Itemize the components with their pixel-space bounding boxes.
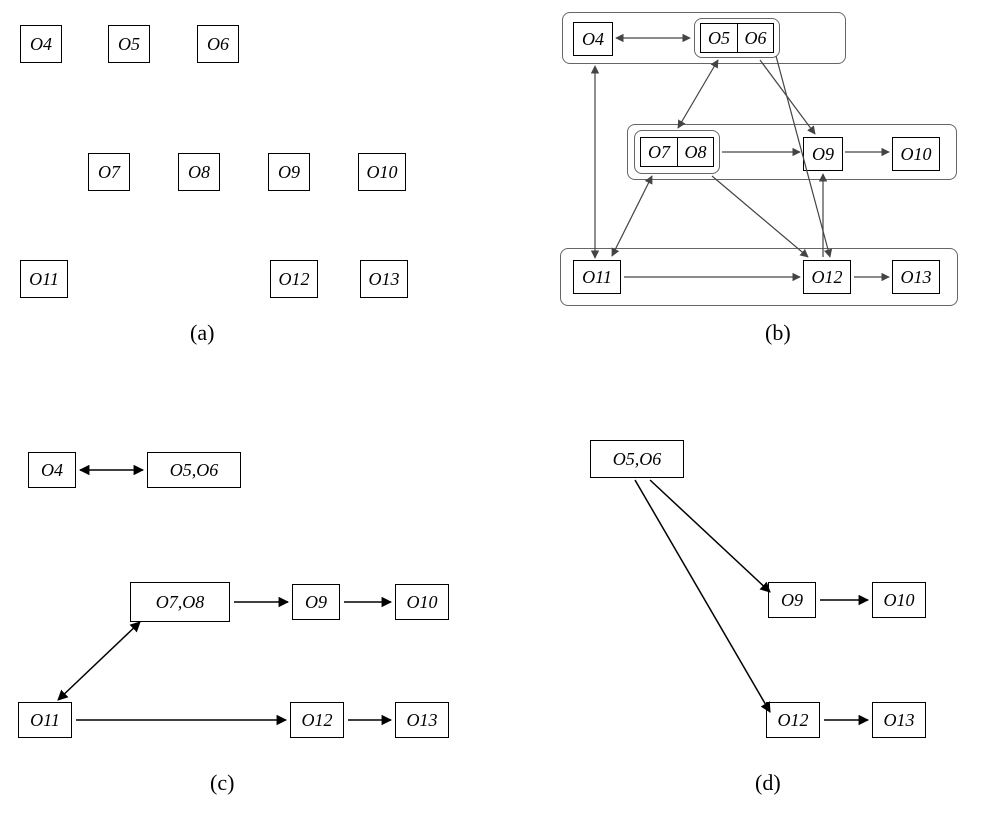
node-o13: O13 (872, 702, 926, 738)
node-o5: O5 (700, 23, 737, 53)
node-o56: O5,O6 (590, 440, 684, 478)
node-label: O13 (407, 710, 438, 731)
node-label: O9 (781, 590, 803, 611)
node-label: O12 (812, 267, 843, 288)
node-o78: O7,O8 (130, 582, 230, 622)
node-o6: O6 (197, 25, 239, 63)
node-label: O5,O6 (170, 460, 219, 481)
node-o56: O5,O6 (147, 452, 241, 488)
node-label: O7 (98, 162, 120, 183)
node-label: O13 (369, 269, 400, 290)
node-label: O10 (407, 592, 438, 613)
panel-b: O4 O5 O6 O7 O8 O9 O10 O11 O12 O13 (b) (540, 0, 1000, 380)
node-label: O10 (367, 162, 398, 183)
node-o4: O4 (28, 452, 76, 488)
node-label: O13 (901, 267, 932, 288)
node-o9: O9 (768, 582, 816, 618)
panel-caption: (b) (765, 320, 791, 346)
node-label: O5 (708, 28, 730, 49)
node-o12: O12 (766, 702, 820, 738)
node-label: O9 (278, 162, 300, 183)
node-label: O6 (745, 28, 767, 49)
panel-c: O4 O5,O6 O7,O8 O9 O10 O11 O12 O13 (c) (0, 420, 500, 820)
panel-a: O4 O5 O6 O7 O8 O9 O10 O11 O12 O13 (a) (0, 0, 500, 380)
node-o4: O4 (573, 22, 613, 56)
node-o9: O9 (268, 153, 310, 191)
node-label: O8 (685, 142, 707, 163)
node-label: O11 (30, 710, 60, 731)
node-o11: O11 (573, 260, 621, 294)
node-o10: O10 (872, 582, 926, 618)
node-label: O4 (41, 460, 63, 481)
node-label: O5 (118, 34, 140, 55)
node-o4: O4 (20, 25, 62, 63)
node-label: O9 (305, 592, 327, 613)
node-o7: O7 (640, 137, 677, 167)
node-o11: O11 (20, 260, 68, 298)
node-o8: O8 (677, 137, 714, 167)
node-o12: O12 (803, 260, 851, 294)
node-label: O11 (582, 267, 612, 288)
node-o11: O11 (18, 702, 72, 738)
node-label: O8 (188, 162, 210, 183)
node-o13: O13 (395, 702, 449, 738)
node-label: O11 (29, 269, 59, 290)
node-o12: O12 (270, 260, 318, 298)
node-label: O7 (648, 142, 670, 163)
node-label: O12 (279, 269, 310, 290)
node-label: O5,O6 (613, 449, 662, 470)
panel-d: O5,O6 O9 O10 O12 O13 (d) (560, 420, 1000, 820)
node-label: O12 (778, 710, 809, 731)
node-o6: O6 (737, 23, 774, 53)
node-o10: O10 (395, 584, 449, 620)
node-label: O6 (207, 34, 229, 55)
node-o13: O13 (360, 260, 408, 298)
node-o8: O8 (178, 153, 220, 191)
node-o5: O5 (108, 25, 150, 63)
node-o13: O13 (892, 260, 940, 294)
node-o9: O9 (803, 137, 843, 171)
node-label: O13 (884, 710, 915, 731)
node-o10: O10 (358, 153, 406, 191)
node-o7: O7 (88, 153, 130, 191)
node-label: O10 (901, 144, 932, 165)
node-label: O10 (884, 590, 915, 611)
node-label: O4 (30, 34, 52, 55)
panel-caption: (d) (755, 770, 781, 796)
node-label: O7,O8 (156, 592, 205, 613)
node-label: O4 (582, 29, 604, 50)
panel-caption: (a) (190, 320, 214, 346)
node-o12: O12 (290, 702, 344, 738)
node-label: O9 (812, 144, 834, 165)
panel-caption: (c) (210, 770, 234, 796)
node-o10: O10 (892, 137, 940, 171)
node-label: O12 (302, 710, 333, 731)
node-o9: O9 (292, 584, 340, 620)
